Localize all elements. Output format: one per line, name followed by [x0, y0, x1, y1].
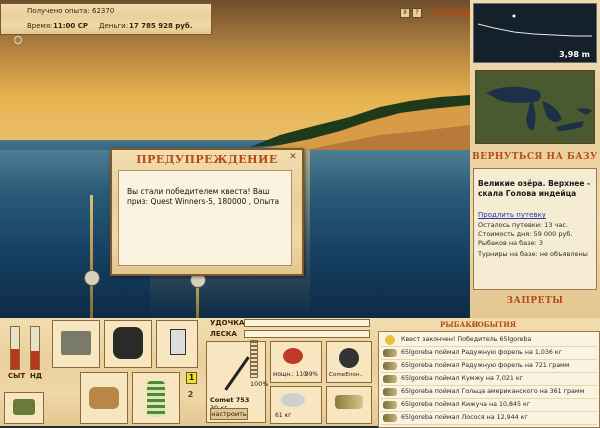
float-icon	[281, 393, 305, 407]
fish-icon	[383, 349, 397, 357]
hook-weight: 61 кг	[275, 412, 292, 419]
menu-button[interactable]: МЕНЮ	[434, 8, 470, 19]
permit-remaining: Осталось путевки: 13 час.	[478, 221, 568, 229]
location-info: Великие озёра. Верхнее - скала Голова ин…	[473, 168, 597, 290]
depth-chart: 3,98 m	[473, 3, 597, 63]
bans-button[interactable]: ЗАПРЕТЫ	[470, 296, 600, 306]
close-icon[interactable]: ✕	[288, 152, 298, 162]
keepnet-slot[interactable]	[132, 372, 180, 424]
location-title: Великие озёра. Верхнее - скала Голова ин…	[478, 179, 591, 198]
event-item: 65lgoreba поймал Радужную форель на 1,03…	[381, 347, 597, 360]
bait-icon	[335, 395, 363, 409]
energy-meter	[10, 326, 20, 370]
basket-icon	[89, 387, 119, 409]
event-item: Квест закончен! Победитель 65lgoreba	[381, 334, 597, 347]
rod-set-1-button[interactable]: 1	[186, 372, 197, 384]
line-tension-bar	[244, 330, 370, 338]
tab-events[interactable]: СОБЫТИЯ	[472, 320, 516, 329]
help-button[interactable]: ?	[412, 8, 422, 18]
fishing-rod-1[interactable]	[90, 195, 93, 318]
tournaments-status: Турниры на базе: не объявлены	[478, 250, 588, 258]
energy-label: СЫТ	[8, 372, 26, 380]
mood-label: НД	[30, 372, 43, 380]
line-spool-icon	[339, 348, 359, 368]
pause-button[interactable]: II	[400, 8, 410, 18]
reel-percent: 99%	[305, 372, 318, 378]
fish-icon	[383, 362, 397, 370]
rod-icon	[224, 356, 250, 391]
dialog-message-text: Вы стали победителем квеста! Ваш приз: Q…	[127, 187, 280, 206]
settings-gear-icon[interactable]	[14, 36, 22, 44]
lure-slot[interactable]: СоmeЕпон..	[326, 341, 372, 383]
reel-slot[interactable]: мощн.: 110 99%	[270, 341, 322, 383]
event-item: 65lgoreba поймал Радужную форель на 721 …	[381, 360, 597, 373]
reel-power: мощн.: 110	[273, 372, 307, 378]
phone-slot[interactable]	[156, 320, 198, 368]
event-item: 65lgoreba поймал Кижуча на 10,845 кг	[381, 399, 597, 412]
star-icon	[385, 335, 395, 345]
event-item: 65lgoreba поймал Кумжу на 7,021 кг	[381, 373, 597, 386]
phone-icon	[170, 329, 186, 355]
backpack-icon	[113, 327, 143, 359]
fish-icon	[383, 388, 397, 396]
menu-bar: II ? МЕНЮ	[398, 3, 470, 23]
extend-permit-link[interactable]: Продлить путевку	[478, 211, 546, 219]
tackle-box-slot[interactable]	[52, 320, 100, 368]
money-label: Деньги:	[99, 22, 129, 30]
great-lakes-map	[476, 71, 594, 143]
rod-name: Comet 753	[210, 396, 250, 404]
bait-slot[interactable]	[326, 386, 372, 424]
dialog-message: Вы стали победителем квеста! Ваш приз: Q…	[118, 170, 292, 266]
dialog-title: ПРЕДУПРЕЖДЕНИЕ	[136, 153, 278, 166]
setup-button[interactable]: настроить	[210, 408, 248, 420]
mood-meter	[30, 326, 40, 370]
player-info-panel: Получено опыта: 62370 Время: 11:00 СР Де…	[0, 3, 212, 35]
rod-durability-bar	[250, 340, 258, 378]
fish-icon	[383, 375, 397, 383]
event-item: 65lgoreba поймал Гольца американского на…	[381, 386, 597, 399]
return-to-base-button[interactable]: ВЕРНУТЬСЯ НА БАЗУ	[470, 152, 600, 162]
lure-name: СоmeЕпон..	[329, 372, 364, 378]
lake-map[interactable]	[475, 70, 595, 144]
rod-tension-bar	[244, 319, 370, 327]
reel-icon	[283, 348, 303, 364]
rod-label: УДОЧКА	[210, 319, 245, 327]
bag-slot[interactable]	[4, 392, 44, 424]
bag-icon	[13, 399, 35, 415]
line-label: ЛЕСКА	[210, 330, 237, 338]
xp-text: Получено опыта: 62370	[27, 7, 115, 15]
money-value: 17 785 928 руб.	[129, 22, 193, 30]
time-value: 11:00 СР	[53, 22, 88, 30]
warning-dialog: ПРЕДУПРЕЖДЕНИЕ ✕ Вы стали победителем кв…	[110, 148, 304, 276]
event-item: 65lgoreba поймал Лосося на 12,944 кг	[381, 412, 597, 425]
basket-slot[interactable]	[80, 372, 128, 424]
rod-set-2-button[interactable]: 2	[186, 390, 195, 400]
fish-icon	[383, 401, 397, 409]
fish-icon	[383, 414, 397, 422]
events-list: Квест закончен! Победитель 65lgoreba 65l…	[378, 331, 600, 428]
rod-percent: 100%	[250, 380, 269, 388]
time-label: Время:	[27, 22, 53, 30]
day-cost: Стоимость дня: 59 000 руб.	[478, 230, 573, 238]
tackle-box-icon	[61, 331, 91, 355]
reel-icon-1[interactable]	[84, 270, 100, 286]
keepnet-icon	[147, 381, 165, 417]
backpack-slot[interactable]	[104, 320, 152, 368]
fishing-scene[interactable]: Получено опыта: 62370 Время: 11:00 СР Де…	[0, 0, 470, 318]
hook-slot[interactable]: 61 кг	[270, 386, 322, 424]
fishers-count: Рыбаков на базе: 3	[478, 239, 543, 247]
depth-value: 3,98 m	[559, 50, 590, 59]
